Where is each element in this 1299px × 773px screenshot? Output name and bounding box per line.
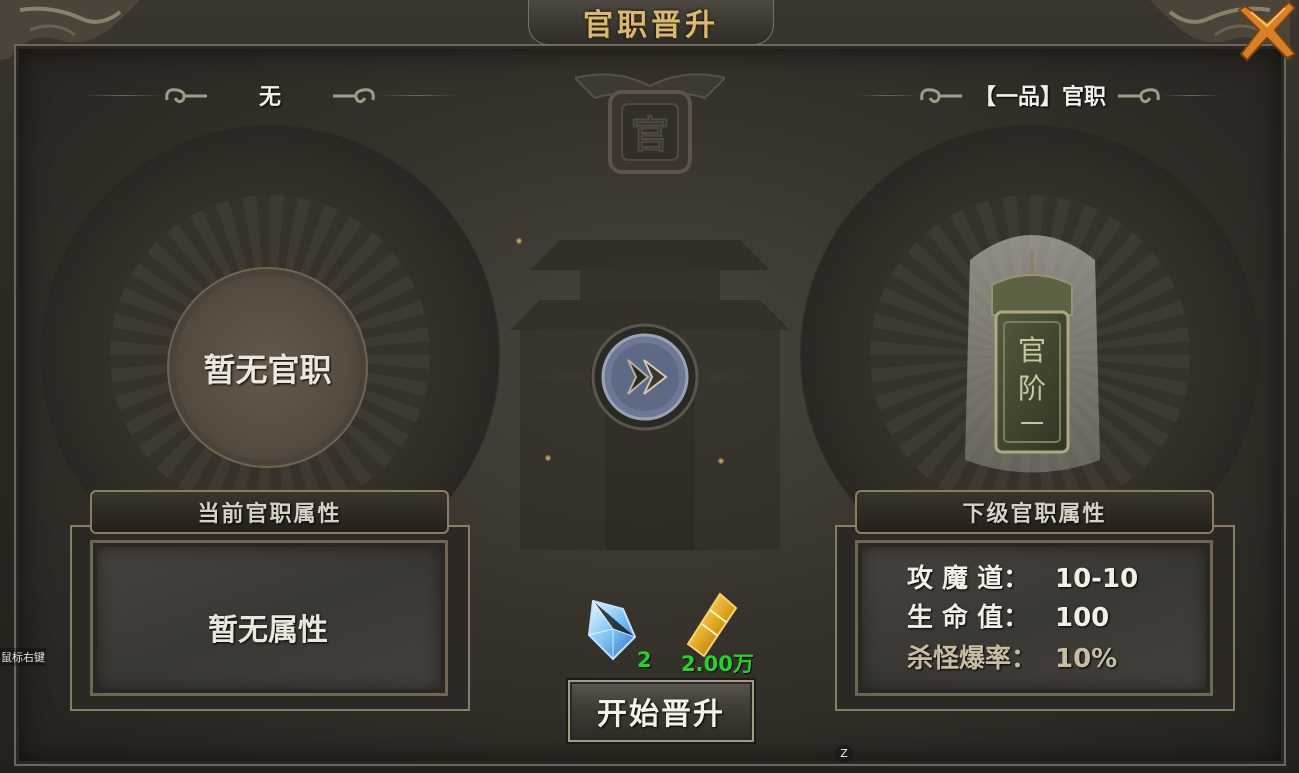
hotkey-z-hint[interactable]: Z <box>835 745 853 763</box>
window-title: 官职晋升 <box>583 8 719 43</box>
spark-decoration <box>516 238 522 244</box>
next-attr-title-plate: 下级官职属性 <box>855 490 1214 534</box>
divider-line <box>857 94 918 96</box>
attr-row-attack: 攻 魔 道： 10-10 <box>907 558 1138 595</box>
next-attr-title: 下级官职属性 <box>962 501 1107 527</box>
attr-row-hp: 生 命 值： 100 <box>907 597 1109 634</box>
mouse-right-click-hint: 鼠标右键 <box>0 648 46 666</box>
svg-text:阶: 阶 <box>1018 372 1046 405</box>
cloud-scroll-icon <box>1118 88 1160 104</box>
advance-arrow-icon[interactable] <box>590 322 700 432</box>
gold-cost-amount: 2.00万 <box>681 652 754 676</box>
cloud-scroll-icon <box>165 88 207 104</box>
next-rank-header: 【一品】官职 <box>820 75 1260 115</box>
cloud-scroll-icon <box>333 88 375 104</box>
current-rank-label: 无 <box>258 85 281 110</box>
divider-line <box>377 94 457 96</box>
svg-text:官: 官 <box>1018 334 1046 367</box>
attr-name: 攻 魔 道： <box>907 564 1030 594</box>
current-attr-title: 当前官职属性 <box>197 501 342 527</box>
svg-text:官: 官 <box>631 112 669 157</box>
current-rank-display: 暂无官职 <box>203 351 332 389</box>
divider-line <box>82 94 163 96</box>
cloud-scroll-icon <box>920 88 962 104</box>
current-attr-empty: 暂无属性 <box>208 613 328 648</box>
promotion-window: 官职晋升 官 无 【一品】官职 暂无官职 官 阶 一 当前官职属性 暂无属性 下… <box>0 0 1299 773</box>
divider-line <box>1162 94 1222 96</box>
spark-decoration <box>718 458 724 464</box>
svg-text:一: 一 <box>1020 410 1044 438</box>
blue-crystal-icon[interactable] <box>583 595 639 663</box>
attr-value: 10-10 <box>1055 564 1139 594</box>
official-seal-emblem-icon: 官 <box>575 73 725 174</box>
official-rank-token-icon[interactable]: 官 阶 一 <box>960 220 1105 475</box>
attr-value: 10% <box>1055 644 1118 674</box>
gem-cost-amount: 2 <box>637 648 652 672</box>
next-rank-label: 【一品】官职 <box>973 85 1106 110</box>
start-promotion-button[interactable]: 开始晋升 <box>568 680 754 742</box>
attr-name: 杀怪爆率： <box>907 644 1038 674</box>
attr-row-drop-rate: 杀怪爆率： 10% <box>907 638 1117 675</box>
start-promotion-label: 开始晋升 <box>597 697 725 732</box>
attr-name: 生 命 值： <box>907 603 1030 633</box>
attr-value: 100 <box>1055 603 1110 633</box>
title-plate: 官职晋升 <box>528 0 774 45</box>
current-rank-header: 无 <box>60 75 480 115</box>
spark-decoration <box>545 455 551 461</box>
close-x-icon[interactable] <box>1237 0 1299 62</box>
current-attr-title-plate: 当前官职属性 <box>90 490 449 534</box>
